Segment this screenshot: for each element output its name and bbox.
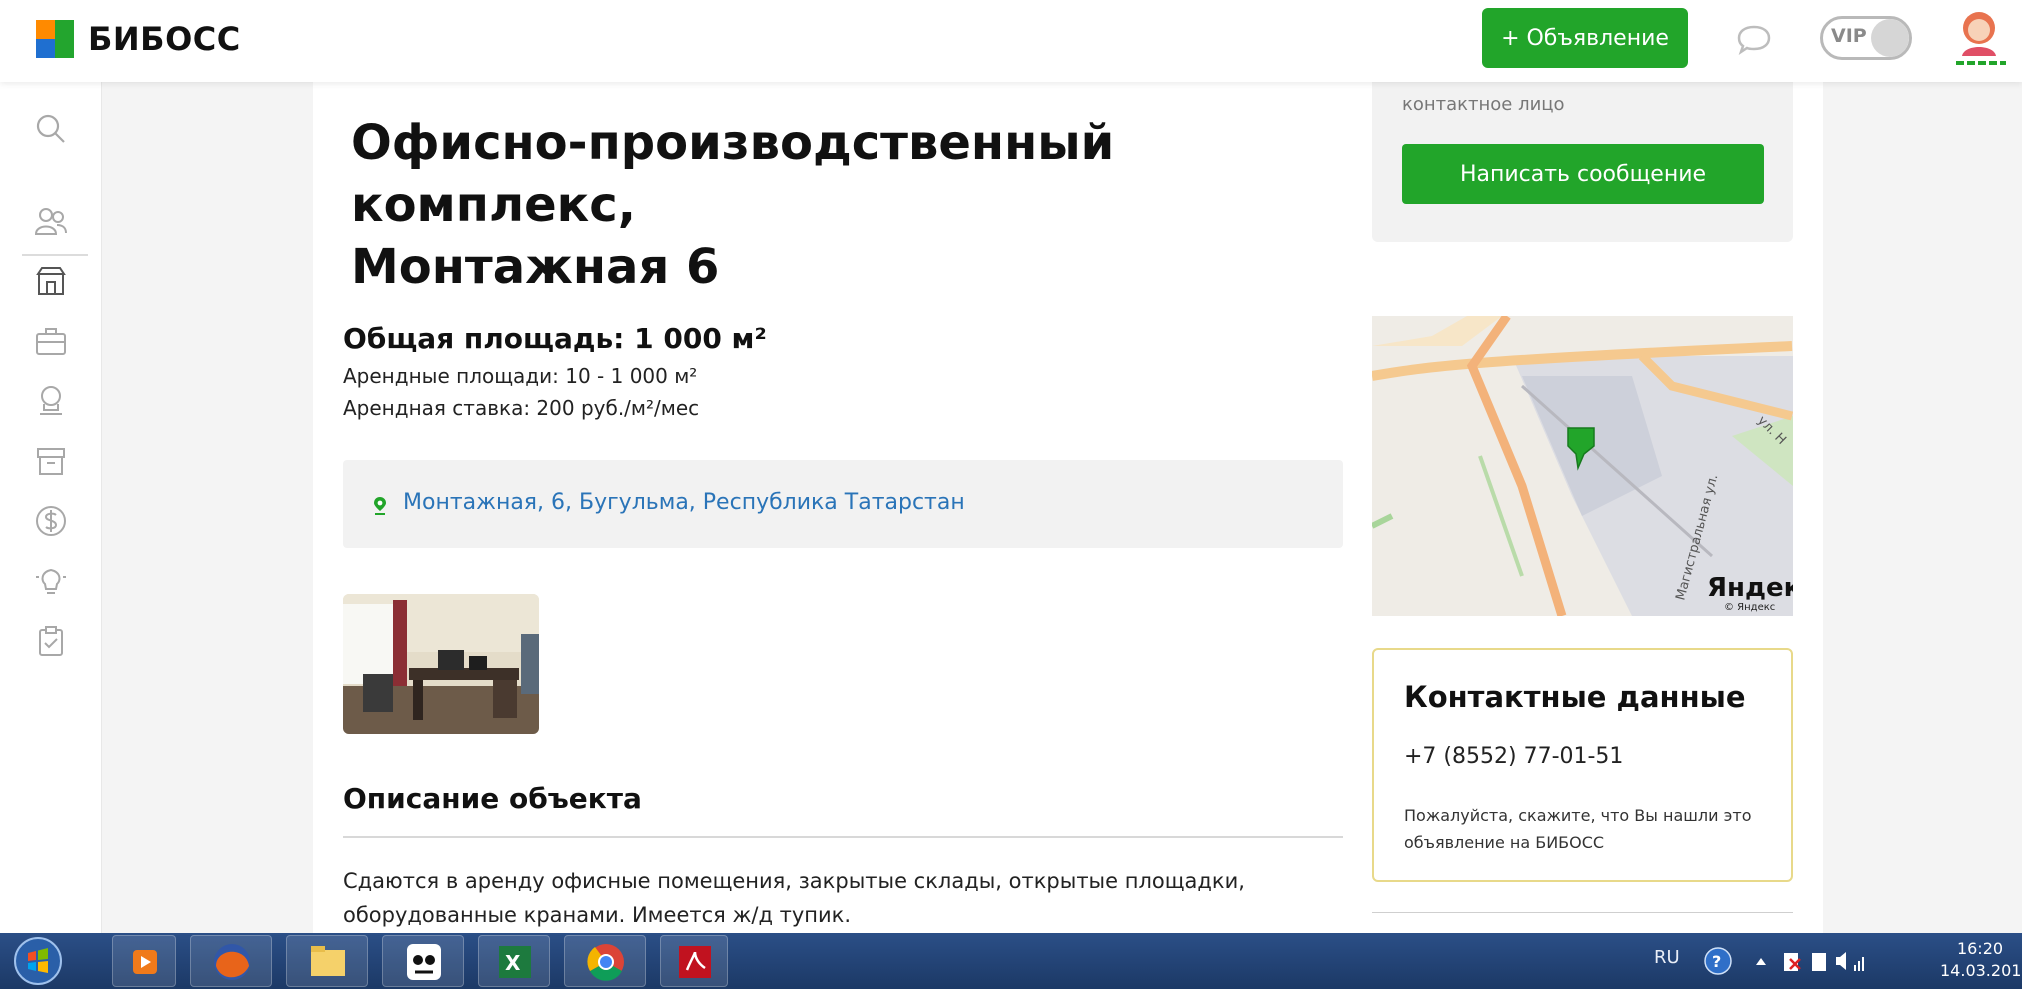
- taskbar-chrome[interactable]: [564, 935, 646, 987]
- location-pin-icon: [374, 497, 386, 515]
- tray-clock[interactable]: 16:20 14.03.2019: [1940, 938, 2022, 982]
- shop-icon[interactable]: [34, 264, 68, 298]
- system-tray-icons[interactable]: ?: [1704, 945, 1864, 977]
- right-column-divider: [1372, 912, 1793, 913]
- listing-title: Офисно-производственный комплекс, Монтаж…: [351, 112, 1351, 298]
- taskbar-explorer[interactable]: [286, 935, 368, 987]
- chef-icon[interactable]: [34, 384, 68, 418]
- vip-toggle[interactable]: VIP: [1820, 16, 1912, 60]
- left-sidebar: [0, 82, 102, 933]
- address-box: Монтажная, 6, Бугульма, Республика Татар…: [343, 460, 1343, 548]
- start-button-icon[interactable]: [8, 935, 68, 987]
- archive-icon[interactable]: [34, 444, 68, 478]
- app-face-icon: [407, 944, 441, 980]
- listing-photo[interactable]: [343, 594, 539, 734]
- add-listing-button[interactable]: + Объявление: [1482, 8, 1688, 68]
- svg-text:?: ?: [1712, 952, 1721, 971]
- section-divider: [343, 836, 1343, 838]
- description-line2: оборудованные кранами. Имеется ж/д тупик…: [343, 903, 852, 927]
- briefcase-icon[interactable]: [34, 324, 68, 358]
- write-message-button[interactable]: Написать сообщение: [1402, 144, 1764, 204]
- top-header: БИБОСС + Объявление VIP: [0, 0, 2022, 82]
- excel-icon: X: [499, 946, 531, 978]
- lightbulb-icon[interactable]: [34, 564, 68, 598]
- location-map[interactable]: ул. Н Магистральная ул. Яндекс © Яндекс: [1372, 316, 1793, 616]
- windows-taskbar: X RU ? 16:20 14.03.2019: [0, 933, 2022, 989]
- description-text: Сдаются в аренду офисные помещения, закр…: [343, 864, 1343, 932]
- taskbar-media-player[interactable]: [112, 935, 176, 987]
- dollar-icon[interactable]: [34, 504, 68, 538]
- taskbar-firefox[interactable]: [190, 935, 272, 987]
- keyboard-language[interactable]: RU: [1654, 947, 1680, 968]
- sidebar-divider: [22, 254, 88, 256]
- map-copyright: © Яндекс: [1724, 602, 1775, 613]
- chat-icon[interactable]: [1736, 24, 1772, 56]
- contacts-note-line2: объявление на БИБОСС: [1404, 833, 1605, 852]
- chrome-icon: [587, 944, 624, 981]
- taskbar-acrobat[interactable]: [660, 935, 728, 987]
- contacts-note-line1: Пожалуйста, скажите, что Вы нашли это: [1404, 806, 1752, 825]
- user-avatar[interactable]: [1950, 6, 2008, 68]
- logo-mark-icon: [36, 20, 74, 58]
- contacts-note: Пожалуйста, скажите, что Вы нашли это об…: [1404, 802, 1764, 856]
- vip-toggle-knob: [1871, 19, 1909, 57]
- total-area: Общая площадь: 1 000 м²: [343, 322, 767, 355]
- contact-phone[interactable]: +7 (8552) 77-01-51: [1404, 744, 1623, 769]
- listing-title-line1: Офисно-производственный комплекс,: [351, 115, 1115, 233]
- listing-title-line2: Монтажная 6: [351, 239, 720, 295]
- firefox-icon: [214, 944, 250, 980]
- clock-time: 16:20: [1956, 939, 2004, 958]
- clock-date: 14.03.2019: [1940, 961, 2022, 980]
- description-line1: Сдаются в аренду офисные помещения, закр…: [343, 869, 1245, 893]
- yandex-logo: Яндекс: [1707, 573, 1793, 603]
- media-player-icon: [133, 950, 157, 974]
- search-icon[interactable]: [34, 112, 68, 146]
- contact-role: контактное лицо: [1402, 94, 1565, 115]
- folder-icon: [311, 946, 345, 976]
- acrobat-icon: [679, 946, 711, 978]
- logo-text: БИБОСС: [88, 20, 241, 58]
- contact-card: контактное лицо Написать сообщение: [1372, 82, 1793, 242]
- logo[interactable]: БИБОСС: [36, 20, 241, 58]
- vip-label: VIP: [1831, 25, 1867, 47]
- taskbar-excel[interactable]: X: [478, 935, 550, 987]
- rent-area: Арендные площади: 10 - 1 000 м²: [343, 364, 698, 388]
- rent-rate: Арендная ставка: 200 руб./м²/мес: [343, 396, 700, 420]
- users-icon[interactable]: [34, 204, 68, 238]
- clipboard-icon[interactable]: [34, 624, 68, 658]
- description-title: Описание объекта: [343, 782, 642, 815]
- taskbar-app[interactable]: [382, 935, 464, 987]
- contacts-box: Контактные данные +7 (8552) 77-01-51 Пож…: [1372, 648, 1793, 882]
- contacts-title: Контактные данные: [1404, 680, 1746, 714]
- address-link[interactable]: Монтажная, 6, Бугульма, Республика Татар…: [403, 490, 965, 515]
- svg-text:X: X: [505, 951, 521, 975]
